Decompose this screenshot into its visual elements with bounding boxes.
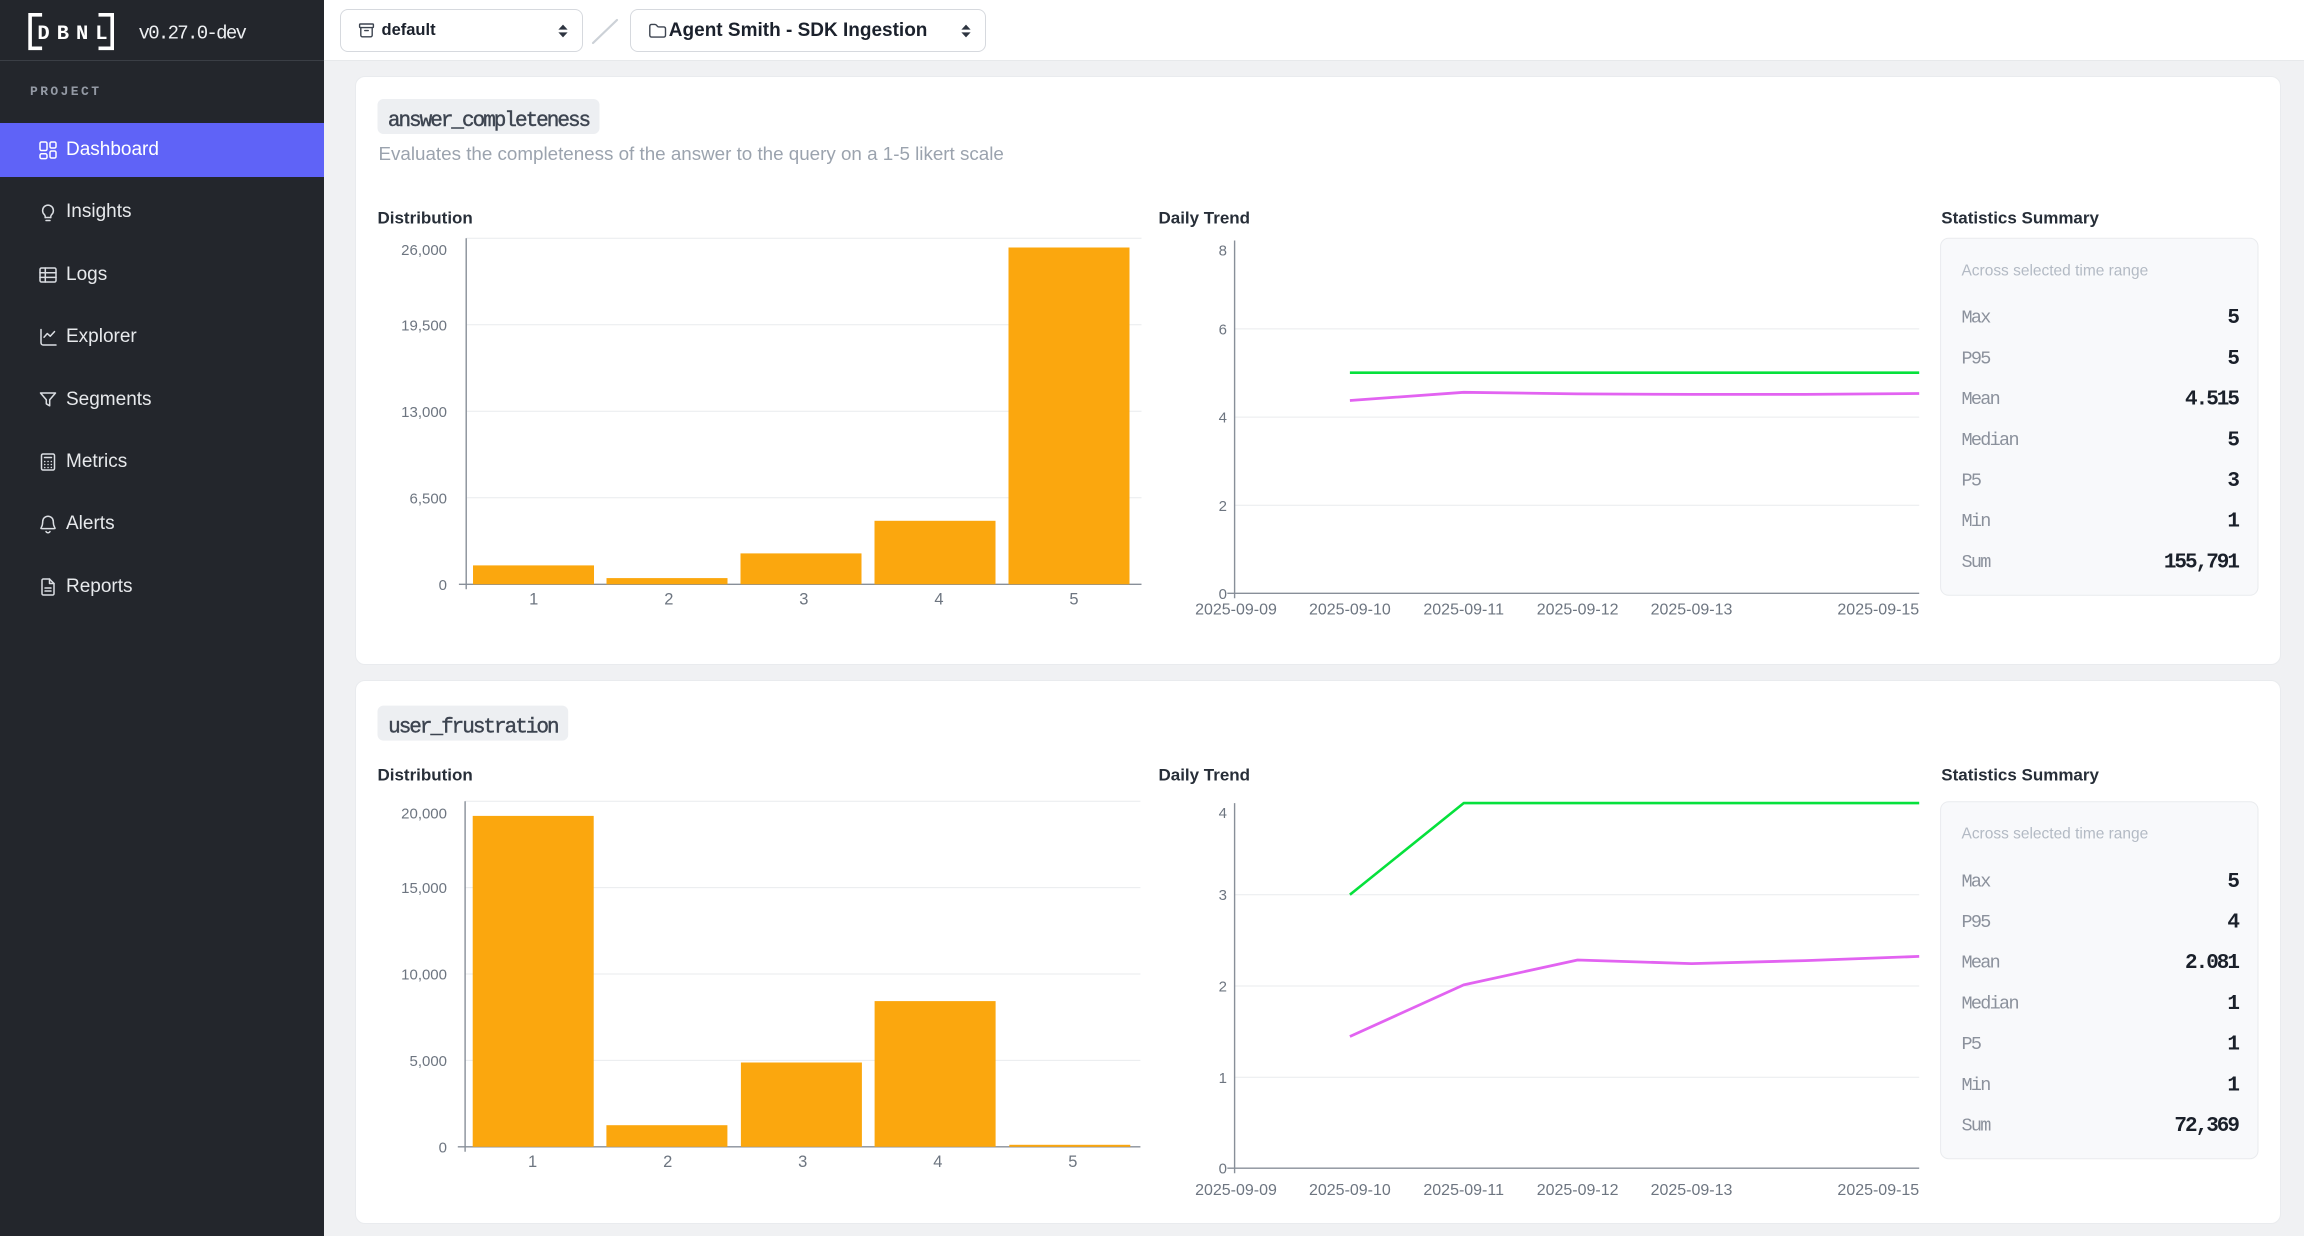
svg-text:4: 4: [1218, 410, 1226, 427]
svg-text:2: 2: [664, 590, 673, 608]
svg-text:4: 4: [933, 1153, 942, 1171]
svg-text:answer_completeness: answer_completeness: [387, 110, 589, 133]
svg-text:Distribution: Distribution: [377, 208, 472, 227]
svg-text:3: 3: [1218, 888, 1226, 905]
svg-text:4: 4: [2227, 912, 2239, 935]
svg-text:Sum: Sum: [1961, 552, 1991, 573]
svg-text:P5: P5: [1961, 1035, 1980, 1056]
svg-text:Statistics Summary: Statistics Summary: [1941, 208, 2099, 227]
svg-text:2: 2: [1218, 979, 1226, 996]
svg-text:2025-09-15: 2025-09-15: [1837, 1182, 1919, 1199]
svg-text:3: 3: [798, 1153, 807, 1171]
svg-text:155,791: 155,791: [2163, 551, 2239, 574]
svg-text:2025-09-15: 2025-09-15: [1837, 602, 1919, 619]
svg-text:1: 1: [2227, 1075, 2239, 1098]
svg-text:Min: Min: [1961, 1075, 1990, 1096]
svg-text:5: 5: [2227, 348, 2239, 371]
svg-text:Evaluates the completeness of: Evaluates the completeness of the answer…: [378, 143, 1003, 164]
svg-text:2025-09-10: 2025-09-10: [1309, 1182, 1391, 1199]
svg-text:DBNL: DBNL: [37, 23, 114, 46]
svg-text:v0.27.0-dev: v0.27.0-dev: [139, 23, 247, 45]
svg-text:3: 3: [799, 590, 808, 608]
svg-text:2025-09-13: 2025-09-13: [1650, 602, 1732, 619]
svg-text:0: 0: [438, 1140, 446, 1157]
svg-text:Max: Max: [1961, 308, 1991, 329]
svg-text:1: 1: [1218, 1070, 1226, 1087]
svg-text:Daily Trend: Daily Trend: [1158, 208, 1250, 227]
svg-text:2025-09-10: 2025-09-10: [1309, 602, 1391, 619]
svg-text:3: 3: [2227, 470, 2239, 493]
svg-text:1: 1: [528, 1153, 537, 1171]
svg-text:15,000: 15,000: [401, 880, 447, 897]
svg-text:0: 0: [438, 577, 446, 594]
svg-text:4.515: 4.515: [2185, 389, 2239, 412]
svg-text:P95: P95: [1961, 912, 1990, 933]
svg-text:1: 1: [2227, 993, 2239, 1016]
svg-text:P95: P95: [1961, 348, 1990, 369]
svg-text:Median: Median: [1961, 430, 2018, 451]
svg-text:4: 4: [1218, 805, 1226, 822]
svg-text:2025-09-09: 2025-09-09: [1195, 602, 1277, 619]
svg-text:19,500: 19,500: [401, 317, 447, 334]
svg-text:4: 4: [934, 590, 943, 608]
svg-text:P5: P5: [1961, 470, 1980, 491]
svg-text:2025-09-09: 2025-09-09: [1195, 1182, 1277, 1199]
svg-text:2.081: 2.081: [2185, 953, 2239, 976]
svg-text:13,000: 13,000: [401, 404, 447, 421]
svg-text:5: 5: [2227, 429, 2239, 452]
svg-text:user_frustration: user_frustration: [388, 717, 558, 740]
svg-text:5: 5: [1068, 1153, 1077, 1171]
svg-text:5: 5: [1069, 590, 1078, 608]
svg-text:2025-09-12: 2025-09-12: [1536, 1182, 1618, 1199]
svg-text:6: 6: [1218, 321, 1226, 338]
svg-text:0: 0: [1218, 586, 1226, 603]
svg-text:6,500: 6,500: [409, 490, 447, 507]
svg-text:5: 5: [2227, 871, 2239, 894]
svg-text:72,369: 72,369: [2174, 1116, 2239, 1139]
svg-text:Across selected time range: Across selected time range: [1961, 826, 2148, 843]
svg-text:10,000: 10,000: [401, 967, 447, 984]
svg-text:2025-09-13: 2025-09-13: [1650, 1182, 1732, 1199]
svg-text:2: 2: [663, 1153, 672, 1171]
svg-text:26,000: 26,000: [401, 242, 447, 259]
svg-text:20,000: 20,000: [401, 806, 447, 823]
svg-text:2025-09-11: 2025-09-11: [1423, 1182, 1504, 1199]
svg-text:1: 1: [2227, 511, 2239, 534]
svg-text:1: 1: [2227, 1034, 2239, 1057]
svg-text:Min: Min: [1961, 511, 1990, 532]
svg-text:1: 1: [529, 590, 538, 608]
svg-text:Median: Median: [1961, 994, 2018, 1015]
svg-text:Across selected time range: Across selected time range: [1961, 262, 2148, 279]
svg-text:Mean: Mean: [1961, 389, 1999, 410]
svg-text:5: 5: [2227, 307, 2239, 330]
svg-text:Sum: Sum: [1961, 1116, 1991, 1137]
svg-text:Mean: Mean: [1961, 953, 1999, 974]
svg-text:Distribution: Distribution: [377, 766, 472, 785]
svg-text:5,000: 5,000: [409, 1053, 447, 1070]
svg-text:8: 8: [1218, 242, 1226, 259]
svg-text:2025-09-12: 2025-09-12: [1536, 602, 1618, 619]
svg-text:2025-09-11: 2025-09-11: [1423, 602, 1504, 619]
svg-text:Statistics Summary: Statistics Summary: [1941, 766, 2099, 785]
svg-text:Max: Max: [1961, 872, 1991, 893]
svg-text:0: 0: [1218, 1161, 1226, 1178]
svg-text:2: 2: [1218, 498, 1226, 515]
svg-text:Daily Trend: Daily Trend: [1158, 766, 1250, 785]
